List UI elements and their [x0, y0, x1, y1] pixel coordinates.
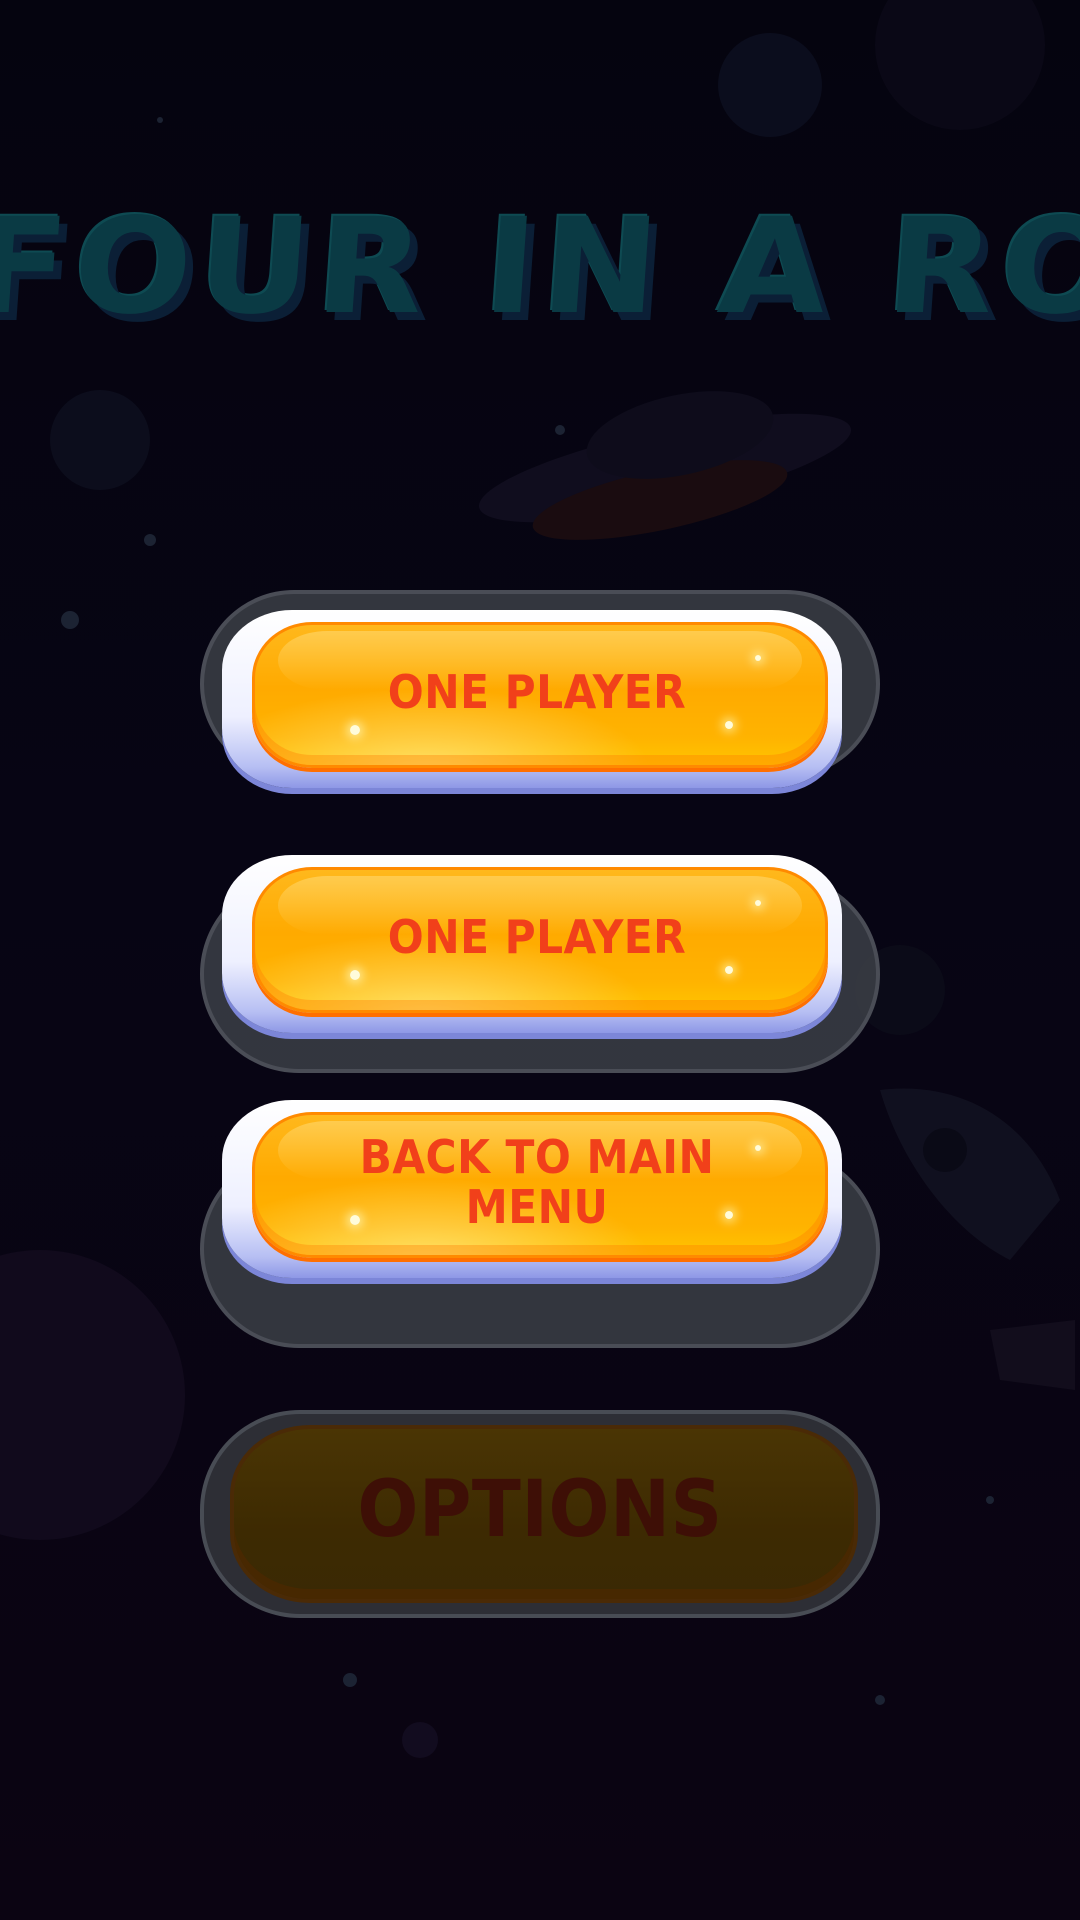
button-label: OPTIONS — [357, 1465, 723, 1555]
one-player-button[interactable]: ONE PLAYER — [200, 590, 880, 810]
ufo-icon — [478, 391, 852, 540]
options-button[interactable]: OPTIONS — [200, 1405, 880, 1618]
main-menu-screen: FOUR IN A ROW ONE PLAYER ONE PLAYER BACK… — [0, 0, 1080, 1920]
button-label: ONE PLAYER — [387, 910, 687, 964]
rocket-icon — [880, 1088, 1075, 1390]
game-title: FOUR IN A ROW — [0, 190, 1080, 344]
button-label: BACK TO MAIN MENU — [359, 1130, 715, 1234]
back-to-main-menu-button[interactable]: BACK TO MAIN MENU — [200, 1090, 880, 1348]
one-player-button-2[interactable]: ONE PLAYER — [200, 845, 880, 1073]
button-label: ONE PLAYER — [387, 665, 687, 719]
